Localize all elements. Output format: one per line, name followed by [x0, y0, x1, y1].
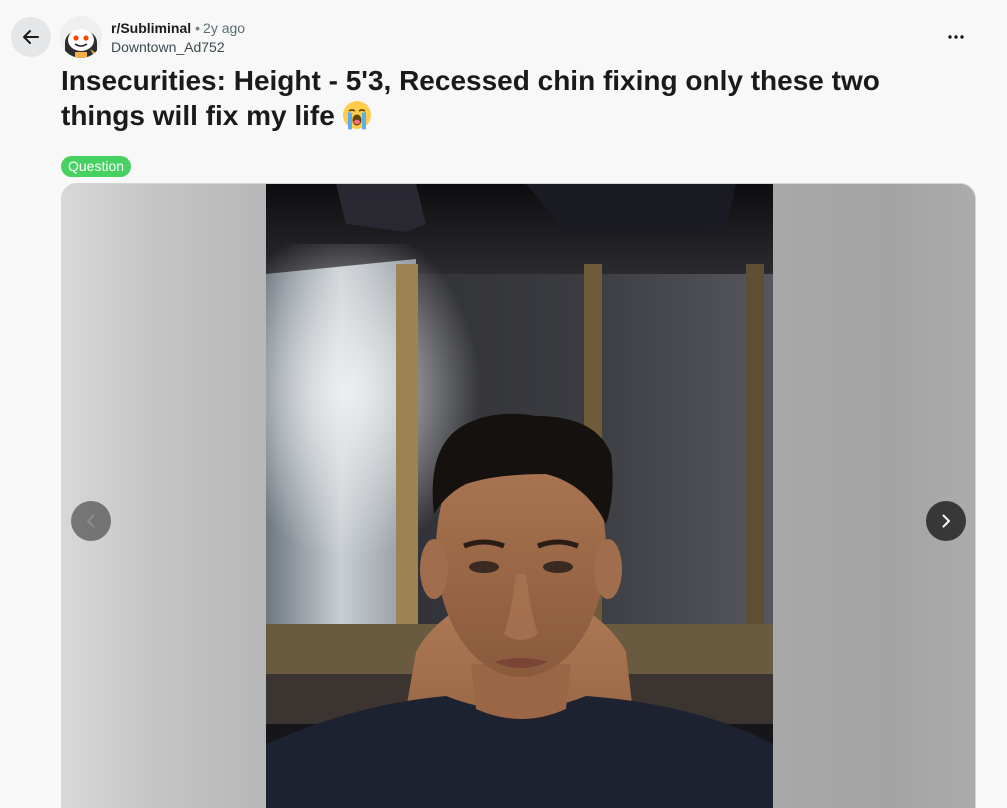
gallery-prev-button[interactable] — [71, 501, 111, 541]
post-title: Insecurities: Height - 5'3, Recessed chi… — [61, 63, 961, 139]
back-button[interactable] — [11, 17, 51, 57]
author-link[interactable]: Downtown_Ad752 — [111, 38, 225, 56]
more-horizontal-icon — [948, 35, 964, 39]
post-flair[interactable]: Question — [61, 156, 132, 177]
more-options-button[interactable] — [936, 22, 976, 52]
chevron-right-icon — [942, 514, 950, 528]
snoo-avatar-icon — [60, 16, 102, 58]
post-meta: r/Subliminal • 2y ago — [111, 19, 245, 37]
image-gallery — [61, 183, 976, 808]
subreddit-link[interactable]: r/Subliminal — [111, 20, 191, 36]
meta-separator: • — [195, 20, 201, 36]
subreddit-avatar[interactable] — [60, 16, 102, 58]
loudly-crying-face-emoji-icon — [341, 99, 373, 139]
arrow-left-icon — [23, 30, 39, 44]
post-age: 2y ago — [203, 20, 246, 36]
gallery-next-button[interactable] — [926, 501, 966, 541]
gallery-image[interactable] — [266, 184, 773, 808]
post-title-text: Insecurities: Height - 5'3, Recessed chi… — [61, 65, 880, 131]
gallery-blur-right — [771, 184, 975, 808]
chevron-left-icon — [87, 514, 95, 528]
gallery-blur-left — [62, 184, 266, 808]
post-page: r/Subliminal • 2y ago Downtown_Ad752 Insec… — [0, 0, 1007, 808]
